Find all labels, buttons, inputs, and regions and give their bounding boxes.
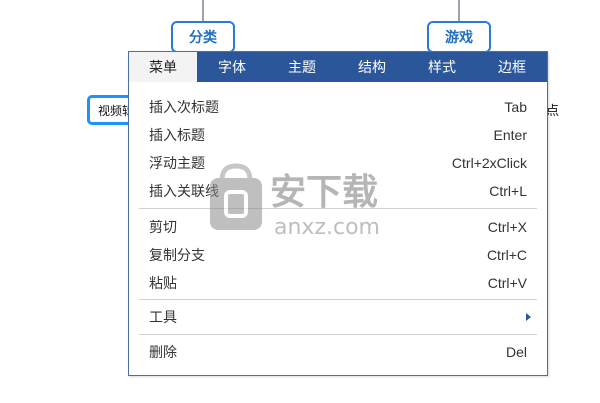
submenu-arrow-icon — [526, 313, 531, 321]
topic-node-label: 分类 — [189, 30, 217, 46]
tab-border[interactable]: 边框 — [477, 52, 547, 82]
tab-style[interactable]: 样式 — [407, 52, 477, 82]
menu-item-label: 插入标题 — [149, 128, 205, 144]
menu-item-insert-subtitle[interactable]: 插入次标题 Tab — [129, 93, 547, 121]
menu-item-cut[interactable]: 剪切 Ctrl+X — [129, 213, 547, 241]
context-menu: 菜单 字体 主题 结构 样式 边框 插入次标题 Tab 插入标题 Enter 浮… — [128, 51, 548, 376]
tab-label: 主题 — [288, 60, 316, 76]
menu-item-shortcut: Del — [505, 344, 527, 360]
menu-item-label: 剪切 — [149, 220, 177, 236]
topic-node-youxi[interactable]: 游戏 — [427, 21, 491, 53]
menu-tab-bar: 菜单 字体 主题 结构 样式 边框 — [129, 52, 547, 82]
menu-item-tools[interactable]: 工具 — [129, 303, 547, 331]
menu-item-label: 浮动主题 — [149, 156, 205, 172]
menu-item-shortcut: Ctrl+C — [486, 247, 527, 263]
menu-item-shortcut: Tab — [504, 99, 527, 115]
tab-structure[interactable]: 结构 — [337, 52, 407, 82]
menu-item-float-topic[interactable]: 浮动主题 Ctrl+2xClick — [129, 149, 547, 177]
menu-item-label: 复制分支 — [149, 248, 205, 264]
tab-label: 结构 — [358, 60, 386, 76]
tab-label: 字体 — [218, 60, 246, 76]
tab-theme[interactable]: 主题 — [267, 52, 337, 82]
menu-separator — [139, 334, 537, 335]
menu-item-label: 工具 — [149, 310, 177, 326]
tab-menu[interactable]: 菜单 — [129, 52, 197, 82]
menu-item-label: 删除 — [149, 345, 177, 361]
menu-item-paste[interactable]: 粘贴 Ctrl+V — [129, 269, 547, 297]
menu-item-shortcut: Ctrl+L — [489, 183, 527, 199]
tab-label: 样式 — [428, 60, 456, 76]
menu-item-insert-link[interactable]: 插入关联线 Ctrl+L — [129, 177, 547, 205]
menu-separator — [139, 208, 537, 209]
connector-line-youxi — [458, 0, 460, 22]
connector-line-fenlei — [202, 0, 204, 22]
menu-item-delete[interactable]: 删除 Del — [129, 338, 547, 366]
menu-item-label: 插入关联线 — [149, 184, 219, 200]
menu-item-shortcut: Enter — [493, 127, 527, 143]
menu-separator — [139, 299, 537, 300]
menu-item-label: 粘贴 — [149, 276, 177, 292]
topic-node-fenlei[interactable]: 分类 — [171, 21, 235, 53]
menu-item-copy-branch[interactable]: 复制分支 Ctrl+C — [129, 241, 547, 269]
tab-label: 菜单 — [149, 60, 177, 76]
menu-item-label: 插入次标题 — [149, 100, 219, 116]
tab-label: 边框 — [498, 60, 526, 76]
tab-font[interactable]: 字体 — [197, 52, 267, 82]
menu-item-shortcut: Ctrl+2xClick — [451, 155, 527, 171]
menu-item-insert-title[interactable]: 插入标题 Enter — [129, 121, 547, 149]
menu-item-shortcut: Ctrl+V — [487, 275, 527, 291]
topic-node-label: 游戏 — [445, 30, 473, 46]
menu-item-shortcut: Ctrl+X — [487, 219, 527, 235]
